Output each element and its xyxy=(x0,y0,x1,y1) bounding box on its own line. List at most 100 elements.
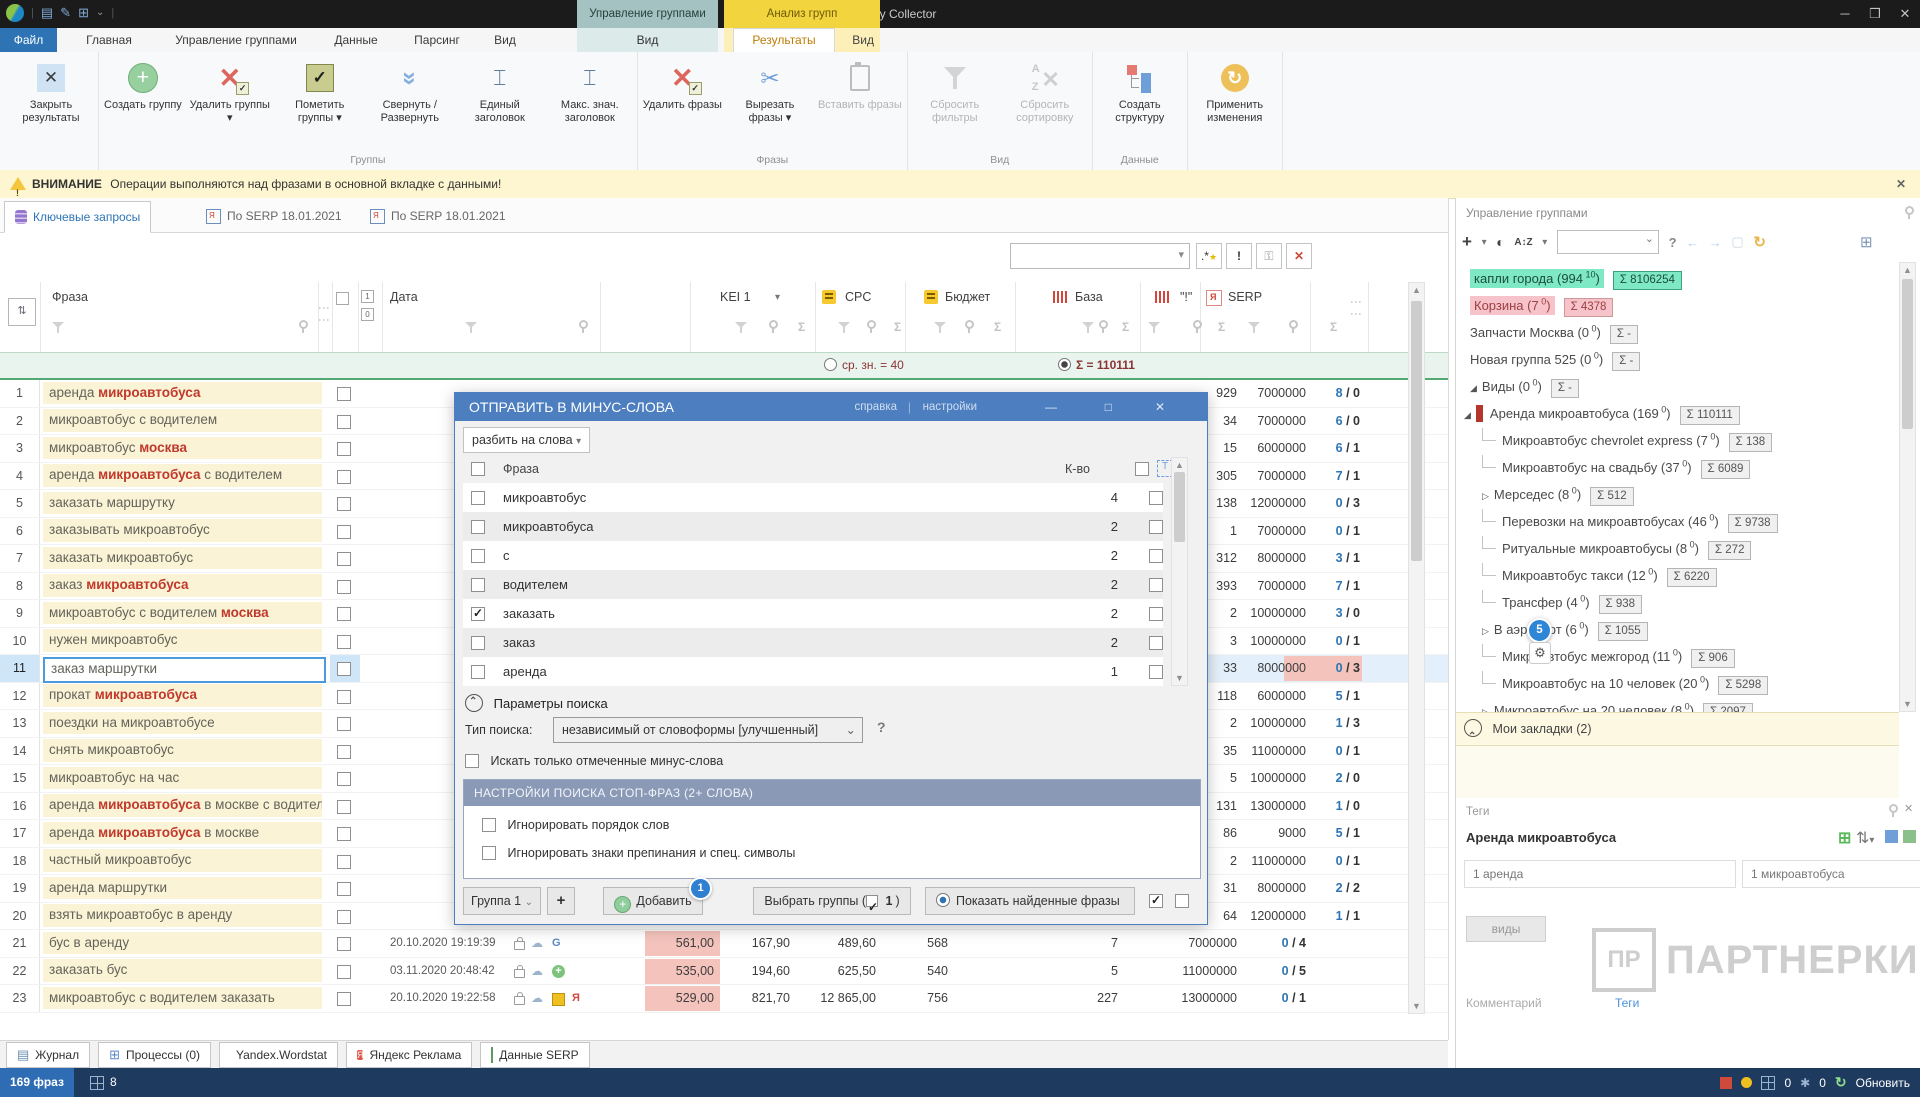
cpc-pin-icon[interactable] xyxy=(866,320,876,333)
minus-word-row[interactable]: аренда1 xyxy=(463,657,1163,686)
phrase-cell[interactable]: аренда микроавтобуса в москве с водителе… xyxy=(43,794,322,817)
tag-field-2[interactable]: 1 микроавтобуса xyxy=(1742,860,1920,888)
add-group-icon[interactable]: + xyxy=(1462,232,1472,252)
date-filter-icon[interactable] xyxy=(465,322,477,334)
phrase-cell[interactable]: заказывать микроавтобус xyxy=(43,519,322,542)
update-button[interactable]: Обновить xyxy=(1856,1076,1910,1090)
phrase-cell[interactable]: прокат микроавтобуса xyxy=(43,684,322,707)
tags-pin-icon[interactable] xyxy=(1888,804,1898,817)
clear-filter-button[interactable]: ✕ xyxy=(1286,243,1312,269)
dialog-checkbox-1[interactable] xyxy=(1149,894,1163,908)
panel-pin-icon[interactable] xyxy=(1904,206,1914,219)
view-green-icon[interactable] xyxy=(1903,830,1916,843)
phrase-cell[interactable]: бус в аренду xyxy=(43,932,322,955)
minus-word-row[interactable]: заказать2 xyxy=(463,599,1163,628)
gear-icon[interactable]: ⚙ xyxy=(1529,642,1551,664)
word-checkbox-2[interactable] xyxy=(1149,520,1163,534)
sum-radio[interactable]: Σ = 110111 xyxy=(1058,358,1135,372)
close-button[interactable]: ✕ xyxy=(1890,0,1920,28)
phrase-cell[interactable]: взять микроавтобус в аренду xyxy=(43,904,322,927)
refresh-groups-icon[interactable]: ↻ xyxy=(1753,233,1766,251)
tab-ctx-vid1[interactable]: Вид xyxy=(577,28,718,52)
row-checkbox[interactable] xyxy=(337,415,351,429)
cpc-filter-icon[interactable] xyxy=(838,322,850,334)
search-input[interactable] xyxy=(1010,243,1190,269)
stop-icon[interactable]: ▢ xyxy=(1731,234,1743,250)
ignore-order-row[interactable]: Игнорировать порядок слов xyxy=(482,818,669,832)
excl-sum-icon[interactable]: Σ xyxy=(1218,320,1225,334)
expander-open-icon[interactable]: ◢ xyxy=(1464,410,1471,420)
word-checkbox[interactable] xyxy=(471,636,485,650)
row-checkbox[interactable] xyxy=(337,525,351,539)
row-checkbox[interactable] xyxy=(337,552,351,566)
minus-word-row[interactable]: микроавтобус4 xyxy=(463,483,1163,512)
add-group-button[interactable]: + xyxy=(547,887,575,915)
col-date-label[interactable]: Дата xyxy=(390,290,418,304)
word-checkbox-2[interactable] xyxy=(1149,636,1163,650)
group-tree-item[interactable]: Микроавтобус на 10 человек (20 0)Σ 5298 xyxy=(1456,667,1896,694)
words-phrase-col[interactable]: Фраза xyxy=(503,462,539,476)
group-tree-item[interactable]: ▷Мерседес (8 0)Σ 512 xyxy=(1456,478,1896,505)
word-checkbox[interactable] xyxy=(471,607,485,621)
tag-field-1[interactable]: 1 аренда xyxy=(1464,860,1736,888)
panel-splitter[interactable] xyxy=(1448,198,1449,1040)
phrase-cell[interactable]: заказать маршрутку xyxy=(43,492,322,515)
group-tree-item[interactable]: Ритуальные микроавтобусы (8 0)Σ 272 xyxy=(1456,532,1896,559)
word-checkbox[interactable] xyxy=(471,491,485,505)
menu-tab-3[interactable]: Данные xyxy=(319,28,393,52)
col-cpc-label[interactable]: CPC xyxy=(845,290,871,304)
check-all-words2-checkbox[interactable] xyxy=(1135,462,1149,476)
row-checkbox[interactable] xyxy=(337,772,351,786)
excl-pin-icon[interactable] xyxy=(1192,320,1202,333)
col-phrase-label[interactable]: Фраза xyxy=(52,290,88,304)
customize-qat-icon[interactable]: ⌄ xyxy=(96,4,104,22)
phrase-cell[interactable]: микроавтобус с водителем xyxy=(43,409,322,432)
tree-scrollbar[interactable]: ▲ ▼ xyxy=(1899,262,1916,712)
sort-az-icon[interactable]: A↕Z xyxy=(1514,237,1532,248)
add-tag-icon[interactable]: ⊞ xyxy=(1838,828,1851,848)
row-checkbox[interactable] xyxy=(337,387,351,401)
kei-pin-icon[interactable] xyxy=(768,320,778,333)
ignore-punct-checkbox[interactable] xyxy=(482,846,496,860)
grid-scrollbar[interactable]: ▲ ▼ xyxy=(1408,282,1425,1014)
tab-file[interactable]: Файл xyxy=(0,28,57,52)
row-checkbox[interactable] xyxy=(337,580,351,594)
пометить-группы-button[interactable]: ✓Пометить группы ▾ xyxy=(275,60,365,126)
kei-filter-icon[interactable] xyxy=(735,322,747,334)
settings-link[interactable]: настройки xyxy=(923,393,977,421)
row-checkbox[interactable] xyxy=(337,607,351,621)
group-tree-item[interactable]: ◢Виды (0 0)Σ - xyxy=(1456,370,1896,397)
excl-filter-icon[interactable] xyxy=(1148,322,1160,334)
table-row[interactable]: 22заказать бус03.11.2020 20:48:42☁+535,0… xyxy=(0,958,1448,986)
sort-settings-icon[interactable]: ⇅ xyxy=(8,298,36,326)
help-icon[interactable]: ? xyxy=(1669,235,1677,250)
удалить-группы-button[interactable]: ✕✓Удалить группы ▾ xyxy=(185,60,275,126)
flag1-icon[interactable]: 1 xyxy=(361,290,374,303)
dialog-maximize-icon[interactable]: □ xyxy=(1105,393,1112,421)
base-filter-icon[interactable] xyxy=(1082,322,1094,334)
serp-filter-icon[interactable] xyxy=(1248,322,1260,334)
date-pin-icon[interactable] xyxy=(578,320,588,333)
search-type-select[interactable]: независимый от словоформы [улучшенный] xyxy=(553,717,863,743)
tab-ctx-vid2[interactable]: Вид xyxy=(852,28,874,52)
choose-groups-button[interactable]: Выбрать группы ( 1) xyxy=(753,887,911,915)
row-checkbox[interactable] xyxy=(337,635,351,649)
maximize-button[interactable]: ❒ xyxy=(1860,0,1890,28)
применить-изменения-button[interactable]: ↻Применить изменения xyxy=(1190,60,1280,126)
phrase-cell[interactable]: аренда микроавтобуса xyxy=(43,382,322,405)
макс-знач-заголовок-button[interactable]: ⌶Макс. знач. заголовок xyxy=(545,60,635,126)
expander-closed-icon[interactable]: ▷ xyxy=(1482,491,1489,501)
avg-radio[interactable]: ср. зн. = 40 xyxy=(824,358,904,372)
phrase-cell[interactable]: частный микроавтобус xyxy=(43,849,322,872)
view-blue-icon[interactable] xyxy=(1885,830,1898,843)
phrase-cell[interactable]: микроавтобус на час xyxy=(43,767,322,790)
warning-status-icon[interactable] xyxy=(1741,1077,1752,1088)
footer-comment-link[interactable]: Комментарий xyxy=(1466,996,1542,1010)
table-view-icon[interactable]: ⊞ xyxy=(1860,233,1873,251)
cpc-sum-icon[interactable]: Σ xyxy=(894,320,901,334)
row-checkbox[interactable] xyxy=(337,965,351,979)
add-button[interactable]: +Добавить xyxy=(603,887,703,915)
minus-word-row[interactable]: микроавтобуса2 xyxy=(463,512,1163,541)
row-checkbox[interactable] xyxy=(337,992,351,1006)
back-icon[interactable]: ← xyxy=(1686,235,1699,250)
